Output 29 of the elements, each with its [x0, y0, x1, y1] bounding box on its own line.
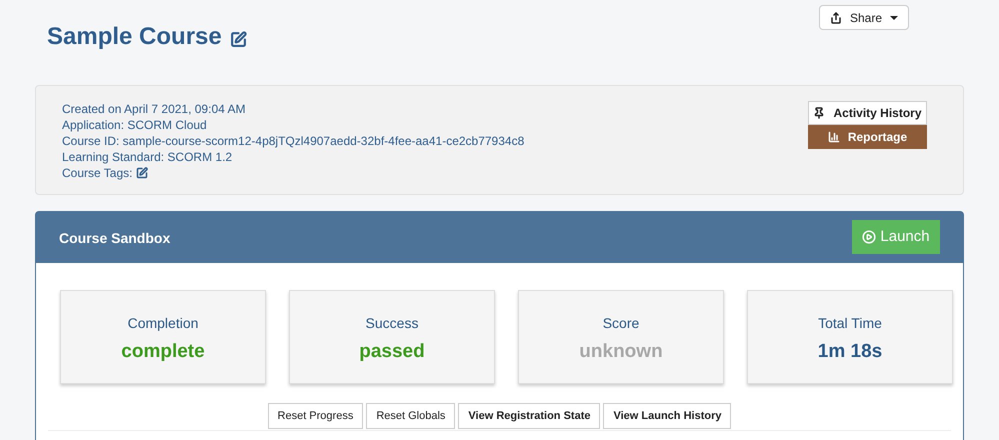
info-line: Application: SCORM Cloud [62, 117, 208, 133]
stat-label: Success [366, 314, 418, 333]
stat-value: unknown [579, 340, 663, 364]
edit-icon[interactable] [230, 30, 247, 48]
info-line: Learning Standard: SCORM 1.2 [62, 149, 234, 165]
stat-value: complete [121, 340, 205, 364]
report-button[interactable]: Reportage [808, 125, 927, 149]
play-icon [862, 230, 876, 244]
info-line: Course Tags: [62, 165, 132, 181]
share-button[interactable]: Share [818, 5, 909, 30]
action-button[interactable]: View Registration State [458, 403, 600, 429]
action-button[interactable]: Reset Progress [268, 403, 364, 429]
info-line: Created on April 7 2021, 09:04 AM [62, 101, 246, 117]
history-button[interactable]: Activity History [808, 101, 927, 125]
pin-icon [813, 107, 826, 119]
stat-value: passed [359, 340, 425, 364]
stat-label: Total Time [818, 314, 882, 333]
action-button[interactable]: View Launch History [603, 403, 732, 429]
stat-value: 1m 18s [818, 340, 882, 364]
action-button[interactable]: Reset Globals [366, 403, 456, 429]
stat-label: Score [602, 314, 640, 333]
stat-label: Completion [128, 314, 198, 333]
edit-icon[interactable] [136, 167, 148, 179]
bar-chart-icon [828, 131, 840, 143]
info-line: Course ID: sample-course-scorm12-4p8jTQzl4907aedd-32bf-4fee-aa41-ce2cb77934c8 [62, 133, 524, 149]
course-title: Sample Course [47, 22, 222, 52]
caret-icon [890, 16, 898, 20]
panel-title: Course Sandbox [59, 229, 170, 248]
share-icon [830, 12, 842, 24]
